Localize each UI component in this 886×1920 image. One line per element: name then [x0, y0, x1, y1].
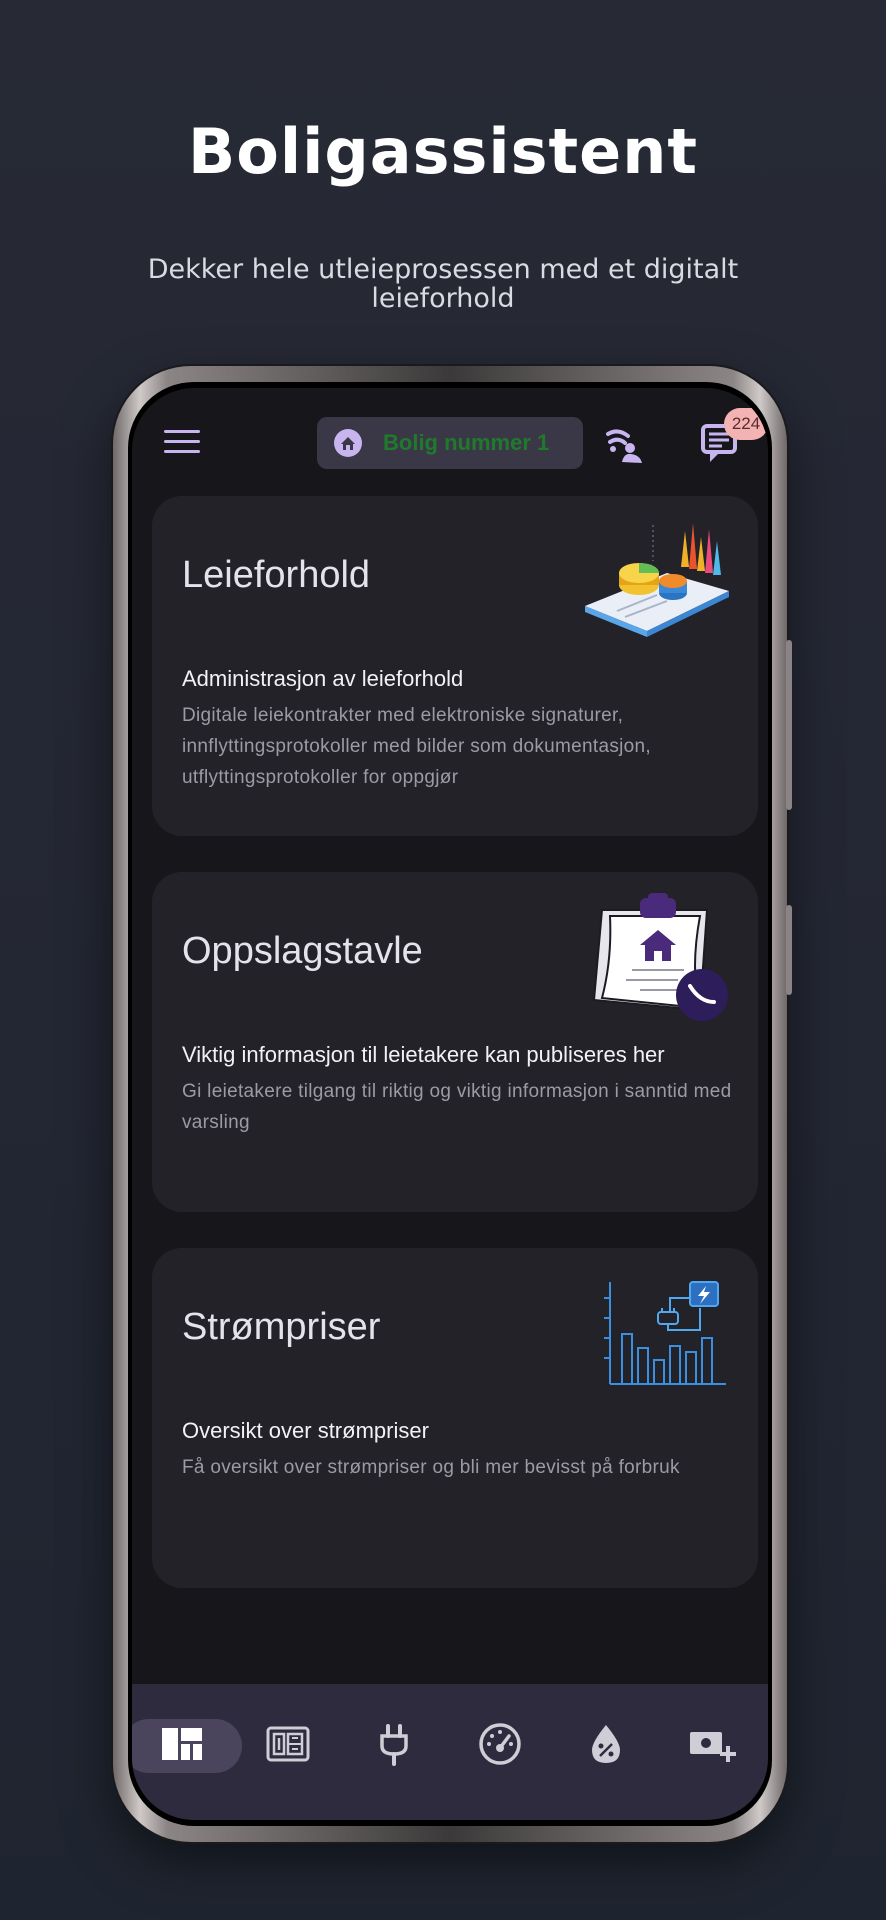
plug-icon[interactable] [370, 1720, 418, 1768]
house-label: Bolig nummer 1 [383, 430, 550, 455]
add-payment-icon[interactable] [688, 1720, 736, 1768]
water-drop-icon[interactable] [582, 1720, 630, 1768]
meter-icon[interactable] [264, 1720, 312, 1768]
promo-subtitle: Dekker hele utleieprosessen med et digit… [147, 254, 739, 314]
bottom-navigation [132, 1684, 768, 1820]
card-subtitle: Administrasjon av leieforhold [182, 666, 464, 691]
promo-title: Boligassistent [188, 115, 698, 188]
card-leieforhold[interactable]: Leieforhold Administrasjon av leieforhol… [152, 496, 758, 836]
card-title: Leieforhold [182, 554, 371, 596]
power-chart-illustration [604, 1281, 726, 1385]
top-bar: Bolig nummer 1 224 [132, 388, 768, 488]
house-selector[interactable]: Bolig nummer 1 [317, 417, 583, 469]
card-subtitle: Viktig informasjon til leietakere kan pu… [182, 1042, 665, 1067]
card-subtitle: Oversikt over strømpriser [182, 1418, 429, 1443]
notification-badge: 224 [724, 408, 768, 440]
dashboard-icon[interactable] [158, 1720, 206, 1768]
wifi-signal-icon[interactable] [604, 426, 646, 466]
card-description: Digitale leiekontrakter med elektroniske… [182, 705, 651, 788]
analytics-illustration [585, 523, 729, 637]
card-oppslagstavle[interactable]: Oppslagstavle Viktig informasjon til lei… [152, 872, 758, 1212]
home-icon [334, 429, 362, 457]
card-description: Gi leietakere tilgang til riktig og vikt… [182, 1081, 732, 1133]
clipboard-house-illustration [592, 893, 728, 1021]
hamburger-menu-icon[interactable] [164, 430, 200, 460]
card-description: Få oversikt over strømpriser og bli mer … [182, 1457, 680, 1478]
power-button [786, 905, 792, 995]
phone-screen: Bolig nummer 1 224 Leieforhold Administr… [128, 382, 772, 1826]
card-title: Oppslagstavle [182, 930, 423, 972]
gauge-icon[interactable] [476, 1720, 524, 1768]
app-window: Bolig nummer 1 224 Leieforhold Administr… [132, 388, 768, 1820]
card-title: Strømpriser [182, 1306, 381, 1348]
volume-button [786, 640, 792, 810]
card-strompriser[interactable]: Strømpriser Oversikt over strømpriser Få… [152, 1248, 758, 1588]
